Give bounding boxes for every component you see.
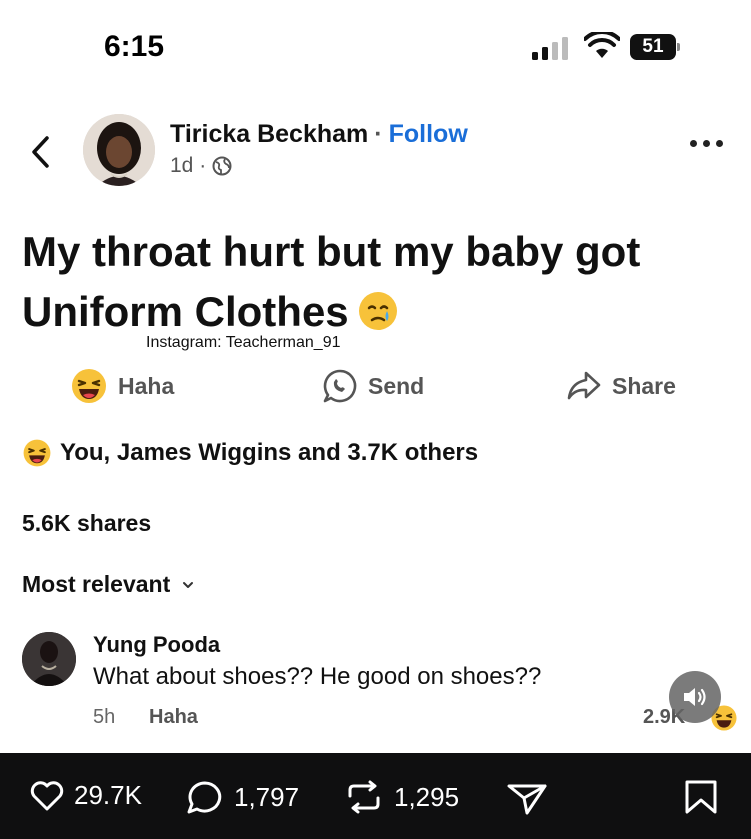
post-header: Tiricka Beckham · Follow 1d ·: [0, 110, 751, 195]
share-button[interactable]: Share: [566, 364, 676, 408]
laughing-emoji-icon: [23, 439, 51, 467]
like-button[interactable]: 29.7K: [30, 780, 142, 811]
avatar-image: [22, 632, 76, 686]
send-label: Send: [368, 372, 425, 399]
comment-item: Yung Pooda What about shoes?? He good on…: [0, 628, 751, 738]
reactions-text: You, James Wiggins and 3.7K others: [60, 439, 479, 466]
comment-text: What about shoes?? He good on shoes??: [93, 663, 542, 690]
save-button[interactable]: [684, 779, 718, 815]
battery-level: 51: [630, 34, 676, 60]
paper-plane-icon: [507, 784, 547, 815]
author-line: Tiricka Beckham · Follow: [170, 120, 468, 149]
send-button[interactable]: Send: [322, 364, 424, 408]
watermark-text: Instagram: Teacherman_91: [146, 334, 341, 351]
follow-button[interactable]: Follow: [389, 120, 468, 148]
separator-dot: ·: [374, 120, 383, 148]
post-body: My throat hurt but my baby got Uniform C…: [22, 228, 641, 335]
send-post-button[interactable]: [506, 783, 548, 815]
post-age: 1d ·: [170, 154, 207, 177]
status-time: 6:15: [104, 30, 165, 63]
crying-face-icon: [358, 292, 397, 330]
author-name[interactable]: Tiricka Beckham: [170, 120, 368, 148]
more-dot: [690, 140, 697, 147]
share-arrow-icon: [567, 371, 601, 400]
back-button[interactable]: [26, 132, 54, 172]
more-dot: [703, 140, 710, 147]
commenter-avatar[interactable]: [22, 632, 76, 686]
battery-icon: 51: [630, 34, 680, 60]
post-actions: Haha Send Share: [0, 364, 751, 408]
repost-button[interactable]: 1,295: [344, 780, 459, 814]
messenger-icon: [323, 369, 357, 403]
post-meta: 1d ·: [170, 154, 232, 178]
comment-sort-dropdown[interactable]: Most relevant: [22, 571, 194, 598]
speaker-icon: [684, 688, 706, 706]
repost-icon: [348, 780, 380, 814]
post-text: My throat hurt but my baby got Uniform C…: [22, 222, 722, 342]
bookmark-icon: [685, 780, 717, 814]
shares-count[interactable]: 5.6K shares: [22, 510, 151, 537]
more-dot: [716, 140, 723, 147]
sort-label: Most relevant: [22, 571, 171, 597]
haha-reaction-button[interactable]: Haha: [70, 364, 174, 408]
cellular-signal-icon: [532, 37, 568, 60]
reactions-summary[interactable]: You, James Wiggins and 3.7K others: [22, 438, 478, 468]
audio-toggle-button[interactable]: [669, 671, 721, 723]
bottom-toolbar: 29.7K 1,797 1,295: [0, 753, 751, 839]
repost-count: 1,295: [394, 781, 460, 812]
globe-icon: [212, 156, 232, 176]
chevron-down-icon: [183, 581, 194, 588]
share-label: Share: [612, 372, 676, 399]
comment-reaction-label[interactable]: Haha: [149, 706, 198, 729]
battery-tip: [677, 43, 680, 51]
author-avatar[interactable]: [83, 114, 155, 186]
commenter-name[interactable]: Yung Pooda: [93, 632, 220, 658]
laughing-emoji-icon: [72, 369, 106, 403]
heart-icon: [30, 780, 64, 810]
avatar-image: [83, 114, 155, 186]
haha-label: Haha: [118, 372, 175, 399]
more-options-button[interactable]: [690, 140, 726, 154]
comment-button[interactable]: 1,797: [186, 780, 299, 814]
wifi-icon: [584, 32, 620, 58]
like-count: 29.7K: [74, 780, 142, 810]
comment-time: 5h: [93, 706, 116, 728]
status-bar: 6:15 51: [0, 0, 751, 100]
comment-count: 1,797: [234, 781, 300, 812]
comment-bubble-icon: [187, 781, 222, 814]
